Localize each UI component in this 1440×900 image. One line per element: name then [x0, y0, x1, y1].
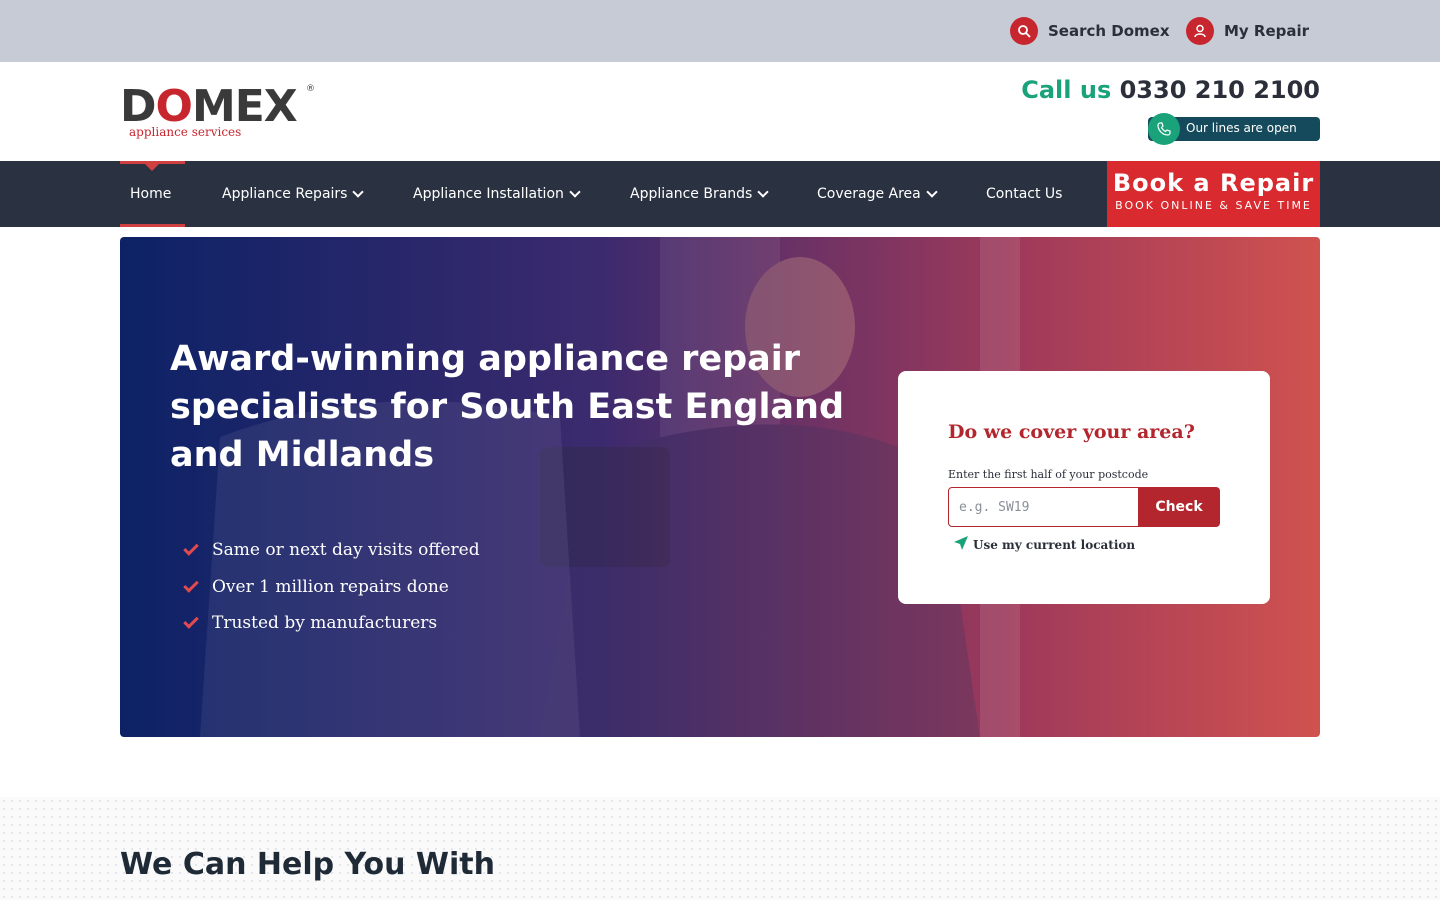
- list-item: Trusted by manufacturers: [183, 605, 480, 642]
- nav-label: Appliance Installation: [413, 186, 564, 202]
- nav-item-coverage-area[interactable]: Coverage Area: [817, 161, 938, 227]
- check-icon: [183, 613, 199, 630]
- postcode-label: Enter the first half of your postcode: [948, 468, 1149, 481]
- hero-heading: Award-winning appliance repair specialis…: [170, 339, 845, 475]
- check-icon: [183, 540, 199, 557]
- help-section: We Can Help You With: [0, 797, 1440, 900]
- main-nav: Home Appliance Repairs Appliance Install…: [0, 161, 1440, 227]
- call-us-lead: Call us: [1021, 76, 1112, 104]
- call-us-phone[interactable]: Call us 0330 210 2100: [1021, 76, 1320, 104]
- domex-logo[interactable]: DOMEX ® appliance services: [120, 84, 320, 142]
- benefit-text: Same or next day visits offered: [212, 540, 480, 561]
- chevron-down-icon: [569, 186, 581, 198]
- nav-label: Coverage Area: [817, 186, 921, 202]
- logo-tagline: appliance services: [129, 125, 242, 139]
- use-current-location-label: Use my current location: [973, 538, 1136, 552]
- location-arrow-icon: [953, 535, 969, 555]
- nav-item-appliance-installation[interactable]: Appliance Installation: [413, 161, 581, 227]
- site-header: DOMEX ® appliance services Call us 0330 …: [0, 62, 1440, 161]
- nav-item-appliance-brands[interactable]: Appliance Brands: [630, 161, 770, 227]
- user-icon: [1186, 17, 1214, 45]
- nav-label: Appliance Repairs: [222, 186, 348, 202]
- nav-label: Contact Us: [986, 186, 1063, 202]
- coverage-check-card: Do we cover your area? Enter the first h…: [898, 371, 1270, 604]
- logo-wordmark: DOMEX: [120, 81, 298, 132]
- chevron-down-icon: [926, 186, 938, 198]
- search-link[interactable]: Search Domex: [1010, 15, 1170, 47]
- benefit-text: Trusted by manufacturers: [212, 613, 438, 634]
- use-current-location-link[interactable]: Use my current location: [953, 535, 1135, 555]
- nav-item-contact-us[interactable]: Contact Us: [986, 161, 1062, 227]
- chevron-down-icon: [352, 186, 365, 198]
- utility-bar: Search Domex My Repair: [0, 0, 1440, 62]
- nav-item-appliance-repairs[interactable]: Appliance Repairs: [222, 161, 365, 227]
- nav-label: Appliance Brands: [630, 186, 753, 202]
- coverage-title: Do we cover your area?: [948, 421, 1195, 443]
- book-a-repair-subtitle: BOOK ONLINE & SAVE TIME: [1115, 199, 1312, 212]
- postcode-input[interactable]: [948, 487, 1139, 527]
- phone-number: 0330 210 2100: [1119, 76, 1320, 104]
- chevron-down-icon: [757, 186, 770, 198]
- lines-open-badge: Our lines are open: [1148, 113, 1320, 145]
- my-repair-link[interactable]: My Repair: [1186, 15, 1309, 47]
- nav-item-home[interactable]: Home: [130, 161, 171, 227]
- search-label: Search Domex: [1048, 22, 1170, 40]
- list-item: Over 1 million repairs done: [183, 569, 480, 606]
- nav-label: Home: [130, 186, 172, 202]
- check-icon: [183, 576, 199, 593]
- logo-registered-mark: ®: [306, 84, 315, 94]
- book-a-repair-title: Book a Repair: [1112, 169, 1315, 197]
- hero-benefits-list: Same or next day visits offered Over 1 m…: [183, 532, 480, 642]
- hero-banner: Award-winning appliance repair specialis…: [120, 237, 1320, 737]
- lines-open-text: Our lines are open: [1186, 121, 1297, 135]
- search-icon: [1010, 17, 1038, 45]
- help-heading: We Can Help You With: [120, 847, 495, 882]
- book-a-repair-button[interactable]: Book a Repair BOOK ONLINE & SAVE TIME: [1107, 161, 1320, 227]
- check-postcode-button[interactable]: Check: [1138, 487, 1220, 527]
- benefit-text: Over 1 million repairs done: [212, 576, 449, 597]
- phone-icon: [1148, 113, 1180, 145]
- my-repair-label: My Repair: [1224, 22, 1310, 40]
- list-item: Same or next day visits offered: [183, 532, 480, 569]
